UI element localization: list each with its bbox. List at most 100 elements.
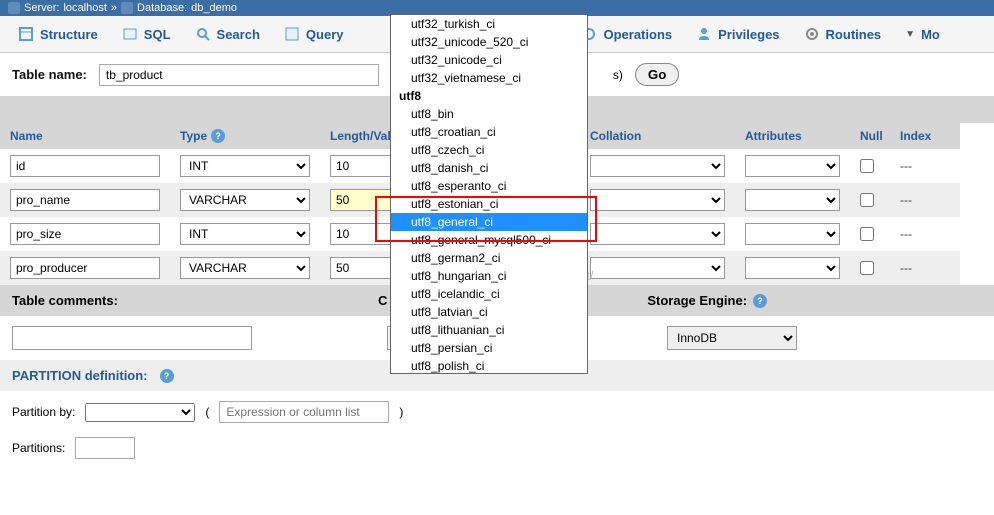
dropdown-item[interactable]: utf8_german2_ci <box>391 249 587 267</box>
query-icon <box>284 26 300 42</box>
dropdown-item[interactable]: utf8_general_mysql500_ci <box>391 231 587 249</box>
column-null-checkbox[interactable] <box>860 159 874 173</box>
column-attributes-select[interactable] <box>745 257 840 279</box>
server-label: Server: <box>24 2 59 14</box>
tab-privileges[interactable]: Privileges <box>686 22 789 46</box>
tab-label: Search <box>217 27 260 42</box>
privileges-icon <box>696 26 712 42</box>
paren-close: ) <box>399 405 403 419</box>
paren-open: ( <box>205 405 209 419</box>
collation-dropdown[interactable]: utf32_turkish_ciutf32_unicode_520_ciutf3… <box>390 14 588 374</box>
server-icon <box>8 2 20 14</box>
tab-search[interactable]: Search <box>185 22 270 46</box>
partition-body: Partition by: ( ) Partitions: <box>0 391 994 469</box>
column-collation-select[interactable] <box>590 257 725 279</box>
search-icon <box>195 26 211 42</box>
column-collation-select[interactable] <box>590 155 725 177</box>
storage-engine-select[interactable]: InnoDB <box>667 326 797 350</box>
partition-by-select[interactable] <box>85 403 195 422</box>
column-index-value: --- <box>900 227 912 241</box>
partition-expr-input[interactable] <box>219 401 389 423</box>
dropdown-item[interactable]: utf32_turkish_ci <box>391 15 587 33</box>
tab-routines[interactable]: Routines <box>794 22 892 46</box>
tab-label: Query <box>306 27 344 42</box>
header-type: Type? <box>170 123 320 149</box>
help-icon[interactable]: ? <box>211 129 225 143</box>
column-attributes-select[interactable] <box>745 189 840 211</box>
paren: s) <box>613 68 623 82</box>
dropdown-item[interactable]: utf8_hungarian_ci <box>391 267 587 285</box>
dropdown-item[interactable]: utf32_vietnamese_ci <box>391 69 587 87</box>
tab-label: Routines <box>826 27 882 42</box>
db-label: Database: <box>137 2 187 14</box>
chevron-down-icon: ▼ <box>905 29 915 40</box>
dropdown-item[interactable]: utf8_lithuanian_ci <box>391 321 587 339</box>
header-null: Null <box>850 123 890 149</box>
header-attributes: Attributes <box>735 123 850 149</box>
tab-sql[interactable]: SQL <box>112 22 181 46</box>
sql-icon <box>122 26 138 42</box>
dropdown-item[interactable]: utf8_polish_ci <box>391 357 587 374</box>
dropdown-item[interactable]: utf8_estonian_ci <box>391 195 587 213</box>
column-attributes-select[interactable] <box>745 155 840 177</box>
tab-label: Structure <box>40 27 98 42</box>
help-icon[interactable]: ? <box>753 294 767 308</box>
tab-structure[interactable]: Structure <box>8 22 108 46</box>
dropdown-item[interactable]: utf8_croatian_ci <box>391 123 587 141</box>
tab-more[interactable]: ▼ Mo <box>895 23 950 46</box>
storage-engine-label: Storage Engine: <box>647 293 747 308</box>
header-name: Name <box>0 123 170 149</box>
c-label: C <box>378 293 387 308</box>
database-icon <box>121 2 133 14</box>
column-null-checkbox[interactable] <box>860 261 874 275</box>
partition-by-label: Partition by: <box>12 405 75 419</box>
tab-operations[interactable]: Operations <box>571 22 682 46</box>
dropdown-item[interactable]: utf8_danish_ci <box>391 159 587 177</box>
server-value: localhost <box>63 2 106 14</box>
separator: » <box>111 2 117 14</box>
column-type-select[interactable]: VARCHAR <box>180 189 310 211</box>
table-name-label: Table name: <box>12 67 87 82</box>
partitions-count-input[interactable] <box>75 437 135 459</box>
column-name-input[interactable] <box>10 189 160 211</box>
column-index-value: --- <box>900 159 912 173</box>
column-collation-select[interactable] <box>590 189 725 211</box>
dropdown-item[interactable]: utf8_general_ci <box>391 213 587 231</box>
dropdown-item[interactable]: utf8_persian_ci <box>391 339 587 357</box>
column-type-select[interactable]: INT <box>180 155 310 177</box>
table-comments-label: Table comments: <box>12 293 118 308</box>
header-collation: Collation <box>580 123 735 149</box>
column-null-checkbox[interactable] <box>860 227 874 241</box>
tab-query[interactable]: Query <box>274 22 354 46</box>
column-name-input[interactable] <box>10 155 160 177</box>
table-name-input[interactable] <box>99 64 379 86</box>
column-collation-select[interactable] <box>590 223 725 245</box>
column-attributes-select[interactable] <box>745 223 840 245</box>
partitions-label: Partitions: <box>12 441 65 455</box>
column-name-input[interactable] <box>10 223 160 245</box>
dropdown-item[interactable]: utf8_latvian_ci <box>391 303 587 321</box>
dropdown-item[interactable]: utf32_unicode_ci <box>391 51 587 69</box>
routines-icon <box>804 26 820 42</box>
dropdown-item[interactable]: utf8_icelandic_ci <box>391 285 587 303</box>
column-type-select[interactable]: INT <box>180 223 310 245</box>
tab-label: SQL <box>144 27 171 42</box>
column-name-input[interactable] <box>10 257 160 279</box>
partition-label: PARTITION definition: <box>12 368 148 383</box>
dropdown-item[interactable]: utf8_esperanto_ci <box>391 177 587 195</box>
help-icon[interactable]: ? <box>160 369 174 383</box>
table-comments-input[interactable] <box>12 326 252 350</box>
go-button[interactable]: Go <box>635 63 680 86</box>
column-index-value: --- <box>900 193 912 207</box>
tab-label: Mo <box>921 27 940 42</box>
column-type-select[interactable]: VARCHAR <box>180 257 310 279</box>
tab-label: Privileges <box>718 27 779 42</box>
header-index: Index <box>890 123 960 149</box>
structure-icon <box>18 26 34 42</box>
dropdown-item[interactable]: utf32_unicode_520_ci <box>391 33 587 51</box>
column-index-value: --- <box>900 261 912 275</box>
column-null-checkbox[interactable] <box>860 193 874 207</box>
dropdown-item[interactable]: utf8_czech_ci <box>391 141 587 159</box>
dropdown-item[interactable]: utf8_bin <box>391 105 587 123</box>
db-value: db_demo <box>191 2 237 14</box>
